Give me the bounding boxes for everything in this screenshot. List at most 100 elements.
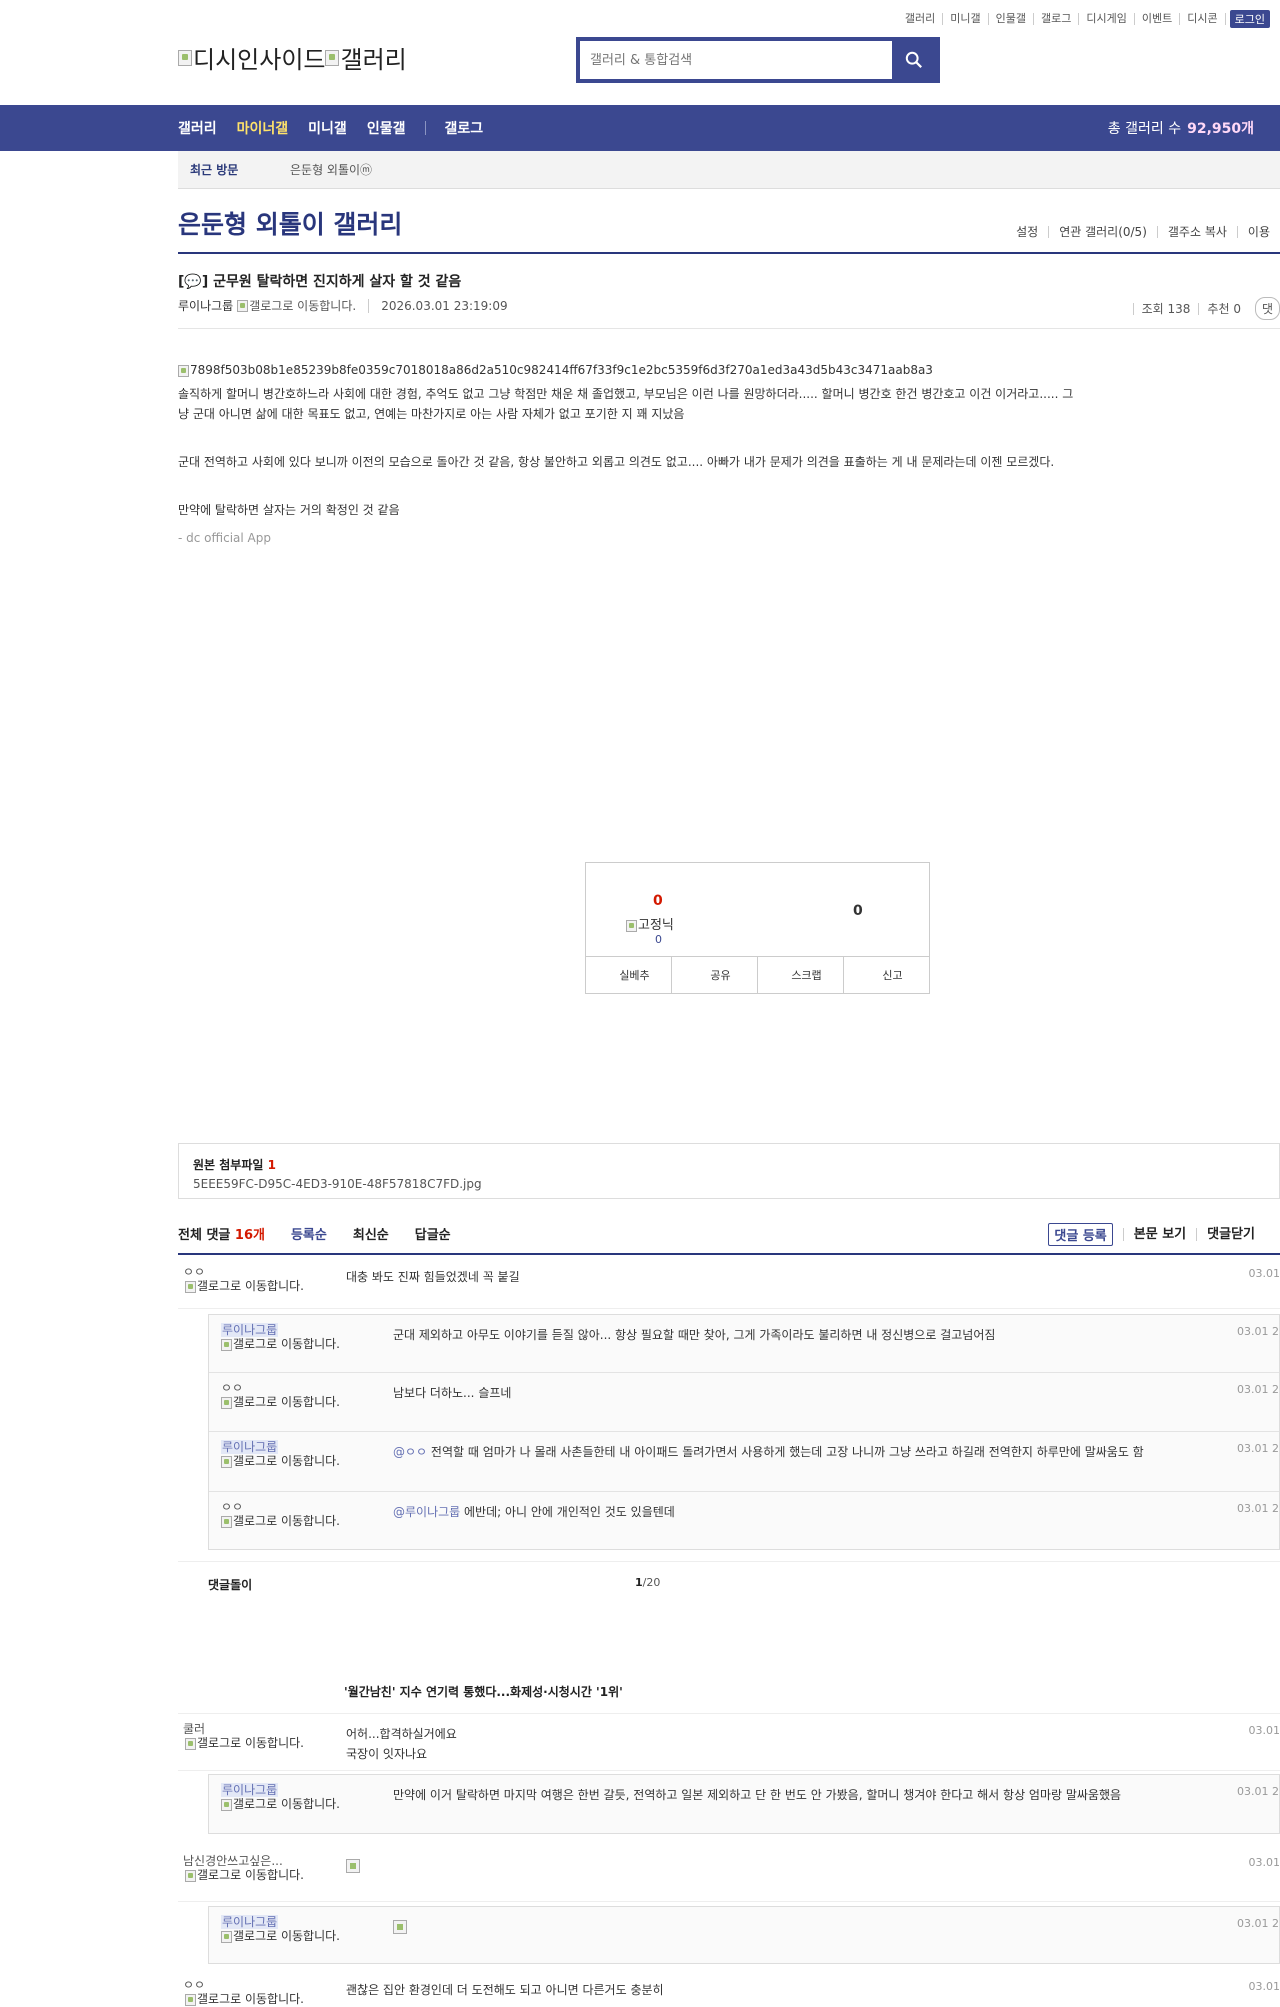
broken-image-icon — [221, 1930, 232, 1943]
util-link-event[interactable]: 이벤트 — [1135, 13, 1181, 25]
reply-item: ㅇㅇ 갤로그로 이동합니다. 남보다 더하노... 슬프네 03.01 2 — [209, 1373, 1279, 1432]
usage-link[interactable]: 이용 — [1236, 226, 1280, 238]
util-link-gallog[interactable]: 갤로그 — [1034, 13, 1080, 25]
comment-bot-label: 댓글돌이 — [208, 1578, 253, 1592]
broken-image-icon — [185, 1993, 196, 2006]
post-image-alt: 7898f503b08b1e85239b8fe0359c7018018a86d2… — [190, 363, 933, 377]
site-logo[interactable]: 디시인사이드 갤러리 — [178, 40, 407, 75]
nav-gallery[interactable]: 갤러리 — [178, 118, 217, 138]
sort-by-registered[interactable]: 등록순 — [291, 1224, 327, 1243]
comment-author: 쿨러 갤로그로 이동합니다. — [183, 1722, 323, 1750]
gallery-settings-link[interactable]: 설정 — [1006, 226, 1048, 238]
comment-header-divider — [178, 1253, 1280, 1255]
reply-item: ㅇㅇ 갤로그로 이동합니다. @루이나그룹 에반데; 아니 안에 개인적인 것도… — [209, 1492, 1279, 1549]
recent-visits-label[interactable]: 최근 방문 — [178, 161, 290, 178]
reply-item: 루이나그룹 갤로그로 이동합니다. 03.01 2 — [209, 1907, 1279, 1963]
total-label: 총 갤러리 수 — [1107, 121, 1182, 137]
post-body: 7898f503b08b1e85239b8fe0359c7018018a86d2… — [178, 360, 1078, 548]
post-paragraph-3: 만약에 탈락하면 살자는 거의 확정인 것 같음 — [178, 503, 400, 517]
comment-date: 03.01 — [1248, 1980, 1280, 1993]
search-button[interactable] — [892, 41, 936, 79]
reply-date: 03.01 2 — [1237, 1502, 1279, 1515]
comment-item: ㅇㅇ 갤로그로 이동합니다. 괜찮은 집안 환경인데 더 도전해도 되고 아니면… — [178, 1976, 1280, 2007]
broken-image-icon — [221, 1396, 232, 1409]
related-gallery-link[interactable]: 연관 갤러리(0/5) — [1048, 226, 1157, 238]
reply-text: 남보다 더하노... 슬프네 — [393, 1386, 512, 1400]
reply-list: 루이나그룹 갤로그로 이동합니다. 03.01 2 — [208, 1906, 1280, 1964]
nav-gallog[interactable]: 갤로그 — [444, 118, 483, 138]
broken-image-icon — [237, 299, 249, 312]
best-recommend-button[interactable]: 실베추 — [586, 957, 671, 993]
post-header-divider — [178, 328, 1280, 329]
gallog-link: 갤로그로 이동합니다. — [185, 1992, 315, 2006]
comment-date: 03.01 — [1248, 1267, 1280, 1280]
gallog-link: 갤로그로 이동합니다. — [221, 1337, 351, 1351]
reply-author: ㅇㅇ 갤로그로 이동합니다. — [221, 1381, 361, 1409]
comment-pagination: 1/20 — [635, 1576, 661, 1589]
comment-author: ㅇㅇ 갤로그로 이동합니다. — [183, 1978, 323, 2006]
util-link-persongall[interactable]: 인물갤 — [989, 13, 1035, 25]
nav-person-gallery[interactable]: 인물갤 — [367, 118, 406, 138]
post-views: 조회 138 — [1132, 302, 1199, 315]
gallery-title-divider — [178, 252, 1280, 254]
copy-address-link[interactable]: 갤주소 복사 — [1156, 226, 1237, 238]
reply-item: 루이나그룹 갤로그로 이동합니다. 만약에 이거 탈락하면 마지막 여행은 한번… — [209, 1775, 1279, 1833]
comment-date: 03.01 — [1248, 1856, 1280, 1869]
search-input[interactable] — [580, 41, 892, 79]
attachment-box: 원본 첨부파일 1 5EEE59FC-D95C-4ED3-910E-48F578… — [178, 1143, 1280, 1199]
mention-link[interactable]: @루이나그룹 — [393, 1505, 460, 1519]
upvote-count: 0 — [653, 893, 663, 909]
reply-author: 루이나그룹 갤로그로 이동합니다. — [221, 1323, 361, 1351]
downvote-count: 0 — [853, 903, 863, 919]
report-button[interactable]: 신고 — [843, 957, 929, 993]
gallog-link: 갤로그로 이동합니다. — [185, 1868, 315, 1882]
login-button[interactable]: 로그인 — [1229, 10, 1270, 28]
nav-minor-gallery[interactable]: 마이너갤 — [237, 118, 289, 138]
close-comments-button[interactable]: 댓글닫기 — [1196, 1228, 1265, 1241]
post-paragraph-2: 군대 전역하고 사회에 있다 보니까 이전의 모습으로 돌아간 것 같음, 항상… — [178, 455, 1055, 469]
comment-emoticon — [346, 1856, 1166, 1876]
gallog-link[interactable]: 갤로그로 이동합니다. — [249, 297, 356, 314]
util-link-dcgame[interactable]: 디시게임 — [1079, 13, 1135, 25]
util-link-dccon[interactable]: 디시콘 — [1180, 13, 1226, 25]
nav-mini-gallery[interactable]: 미니갤 — [308, 118, 347, 138]
gallog-link: 갤로그로 이동합니다. — [221, 1514, 351, 1528]
comment-actions: 댓글 등록 본문 보기 댓글닫기 — [1048, 1223, 1280, 1246]
broken-image-icon — [185, 1737, 196, 1750]
comment-register-button[interactable]: 댓글 등록 — [1048, 1223, 1113, 1246]
comment-footer: 댓글돌이 1/20 — [178, 1561, 1280, 1607]
sort-by-replies[interactable]: 답글순 — [415, 1224, 451, 1243]
broken-image-icon — [221, 1338, 232, 1351]
gallog-link: 갤로그로 이동합니다. — [221, 1454, 351, 1468]
post-recommend: 추천 0 — [1198, 302, 1249, 315]
reply-author: ㅇㅇ 갤로그로 이동합니다. — [221, 1500, 361, 1528]
comment-date: 03.01 — [1248, 1724, 1280, 1737]
reply-text: 군대 제외하고 아무도 이야기를 듣질 않아... 항상 필요할 때만 찾아, … — [393, 1328, 996, 1342]
news-headline-link[interactable]: '월간남친' 지수 연기력 통했다...화제성·시청시간 '1위' — [344, 1683, 623, 1700]
reply-text: @ㅇㅇ 전역할 때 엄마가 나 몰래 사촌들한테 내 아이패드 돌려가면서 사용… — [393, 1445, 1144, 1459]
broken-image-icon — [221, 1455, 232, 1468]
comment-jump-button[interactable]: 댓 — [1254, 297, 1280, 320]
mention-link[interactable]: @ㅇㅇ — [393, 1445, 427, 1459]
gallog-link: 갤로그로 이동합니다. — [221, 1929, 351, 1943]
comment-author: ㅇㅇ 갤로그로 이동합니다. — [183, 1265, 323, 1293]
scrap-button[interactable]: 스크랩 — [757, 957, 843, 993]
view-post-button[interactable]: 본문 보기 — [1122, 1228, 1196, 1241]
comment-total: 전체 댓글 16개 — [178, 1228, 265, 1243]
post-writer[interactable]: 루이나그룹 — [178, 297, 233, 314]
attachment-file-link[interactable]: 5EEE59FC-D95C-4ED3-910E-48F57818C7FD.jpg — [193, 1177, 1265, 1191]
broken-image-icon — [626, 919, 637, 932]
recent-visit-item[interactable]: 은둔형 외톨이ⓜ — [290, 161, 372, 178]
fixed-nick-label: 고정닉 — [626, 914, 674, 933]
reply-author: 루이나그룹 갤로그로 이동합니다. — [221, 1783, 361, 1811]
reply-item: 루이나그룹 갤로그로 이동합니다. 군대 제외하고 아무도 이야기를 듣질 않아… — [209, 1315, 1279, 1373]
share-button[interactable]: 공유 — [671, 957, 757, 993]
broken-image-icon — [325, 49, 340, 66]
post-paragraph-1: 솔직하게 할머니 병간호하느라 사회에 대한 경험, 추억도 없고 그냥 학점만… — [178, 387, 1074, 421]
util-link-minigall[interactable]: 미니갤 — [943, 13, 989, 25]
comment-item: ㅇㅇ 갤로그로 이동합니다. 대충 봐도 진짜 힘들었겠네 꼭 붙길 03.01 — [178, 1257, 1280, 1309]
sort-by-latest[interactable]: 최신순 — [353, 1224, 389, 1243]
broken-image-icon — [178, 364, 189, 377]
gallery-title[interactable]: 은둔형 외톨이 갤러리 — [178, 205, 402, 241]
util-link-gallery[interactable]: 갤러리 — [898, 13, 944, 25]
